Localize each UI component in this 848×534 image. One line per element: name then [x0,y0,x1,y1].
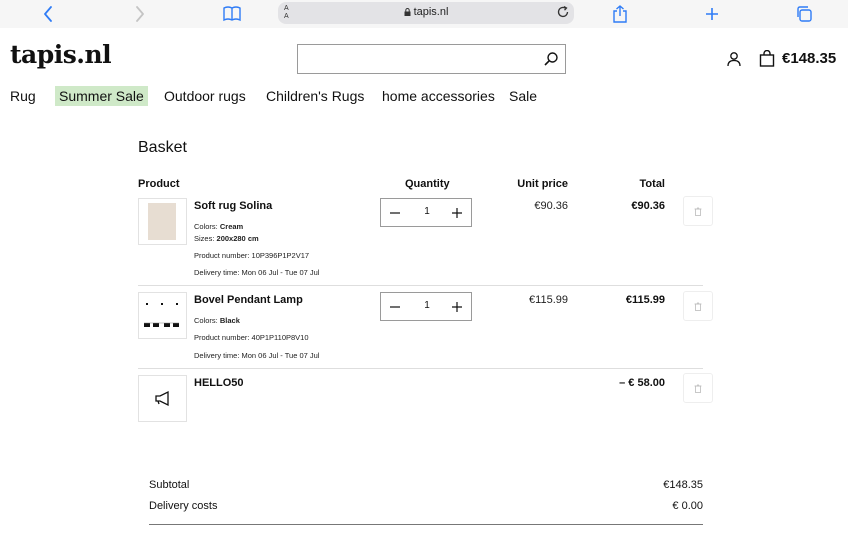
product-number: Product number: 10P396P1P2V17 [194,251,310,260]
column-header-unit-price: Unit price [517,178,568,190]
row-divider [138,368,703,369]
delivery-time: Delivery time: Mon 06 Jul - Tue 07 Jul [194,351,320,360]
subtotal-label: Subtotal [149,479,190,491]
coupon-discount: – € 58.00 [619,377,665,389]
nav-item-sale[interactable]: Sale [505,86,541,106]
remove-item-button[interactable] [683,291,713,321]
quantity-value: 1 [424,206,430,217]
quantity-stepper[interactable]: 1 [380,198,472,227]
product-colors: Colors: Cream [194,222,244,231]
nav-item-summer-sale[interactable]: Summer Sale [55,86,148,106]
column-header-total: Total [639,178,665,190]
plus-icon[interactable] [449,299,465,315]
page-title: Basket [138,139,187,156]
row-divider [138,285,703,286]
nav-item-rug[interactable]: Rug [6,86,40,106]
line-total: €115.99 [625,294,665,306]
rug-image [148,203,176,240]
remove-coupon-button[interactable] [683,373,713,403]
cart-icon[interactable] [759,50,775,67]
lamp-image [144,303,179,327]
search-input[interactable] [297,44,566,74]
back-icon[interactable] [38,4,58,24]
plus-icon[interactable] [449,205,465,221]
nav-item-childrens-rugs[interactable]: Children's Rugs [262,86,368,106]
product-sizes: Sizes: 200x280 cm [194,234,259,243]
summary-divider [149,524,703,525]
product-colors: Colors: Black [194,316,240,325]
line-total: €90.36 [631,200,665,212]
minus-icon[interactable] [387,205,403,221]
cart-total[interactable]: €148.35 [782,50,836,67]
trash-icon [694,207,702,216]
product-number: Product number: 40P1P110P8V10 [194,333,309,342]
coupon-code: HELLO50 [194,377,244,389]
main-nav: Rug Summer Sale Outdoor rugs Children's … [0,86,848,108]
new-tab-icon[interactable] [702,4,722,24]
quantity-value: 1 [424,300,430,311]
column-header-quantity: Quantity [405,178,450,190]
forward-icon[interactable] [130,4,150,24]
trash-icon [694,302,702,311]
quantity-stepper[interactable]: 1 [380,292,472,321]
search-icon[interactable] [543,51,559,67]
tabs-overview-icon[interactable] [794,4,814,24]
remove-item-button[interactable] [683,196,713,226]
delivery-time: Delivery time: Mon 06 Jul - Tue 07 Jul [194,268,320,277]
share-icon[interactable] [610,4,630,24]
product-name[interactable]: Bovel Pendant Lamp [194,294,303,306]
subtotal-value: €148.35 [663,479,703,491]
reload-icon[interactable] [556,5,570,19]
product-name[interactable]: Soft rug Solina [194,200,272,212]
column-header-product: Product [138,178,180,190]
browser-toolbar: A A tapis.nl [0,0,848,28]
site-logo[interactable]: tapis.nl [10,40,112,69]
account-icon[interactable] [726,51,742,67]
bookmarks-icon[interactable] [222,4,242,24]
coupon-thumbnail [138,375,187,422]
nav-item-home-accessories[interactable]: home accessories [378,86,499,106]
delivery-costs-value: € 0.00 [672,500,703,512]
unit-price: €90.36 [534,200,568,212]
unit-price: €115.99 [529,294,568,306]
product-thumbnail[interactable] [138,198,187,245]
address-bar[interactable]: A A tapis.nl [278,2,574,24]
megaphone-icon [155,390,169,407]
delivery-costs-label: Delivery costs [149,500,218,512]
nav-item-outdoor-rugs[interactable]: Outdoor rugs [160,86,250,106]
minus-icon[interactable] [387,299,403,315]
url-text: tapis.nl [413,6,449,18]
lock-icon [404,8,411,16]
product-thumbnail[interactable] [138,292,187,339]
trash-icon [694,384,702,393]
